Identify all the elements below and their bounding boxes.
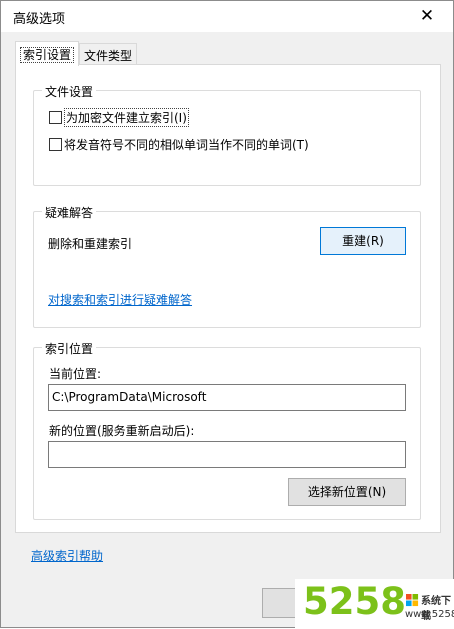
diacritics-checkbox-row[interactable]: 将发音符号不同的相似单词当作不同的单词(T) (49, 136, 309, 153)
advanced-options-dialog: 高级选项 ✕ 索引设置 文件类型 文件设置 为加密文件建立索引(I) 将发音符号… (0, 0, 454, 629)
rebuild-index-label: 删除和重建索引 (48, 237, 133, 251)
troubleshoot-link[interactable]: 对搜索和索引进行疑难解答 (48, 291, 192, 308)
window-title: 高级选项 (13, 12, 66, 27)
close-button[interactable]: ✕ (410, 4, 444, 29)
index-location-title: 索引位置 (42, 340, 97, 357)
tab-file-types-label: 文件类型 (84, 49, 133, 63)
diacritics-checkbox[interactable] (49, 138, 62, 151)
troubleshoot-group: 疑难解答 删除和重建索引 重建(R) 对搜索和索引进行疑难解答 (33, 204, 421, 328)
advanced-indexing-help-link[interactable]: 高级索引帮助 (31, 547, 103, 564)
site-watermark: 5258 系统下载 www.5258.cn (295, 579, 454, 629)
file-settings-group: 文件设置 为加密文件建立索引(I) 将发音符号不同的相似单词当作不同的单词(T) (33, 83, 421, 186)
file-settings-title: 文件设置 (42, 83, 97, 100)
encrypted-files-label: 为加密文件建立索引(I) (64, 108, 189, 127)
select-new-location-button[interactable]: 选择新位置(N) (288, 478, 406, 506)
new-location-label: 新的位置(服务重新启动后): (49, 424, 195, 438)
index-location-group: 索引位置 当前位置: C:\ProgramData\Microsoft 新的位置… (33, 340, 421, 520)
new-location-field[interactable] (48, 441, 406, 468)
diacritics-label: 将发音符号不同的相似单词当作不同的单词(T) (64, 138, 309, 152)
tab-file-types[interactable]: 文件类型 (79, 43, 138, 65)
encrypted-files-checkbox-row[interactable]: 为加密文件建立索引(I) (49, 108, 189, 127)
title-bar: 高级选项 ✕ (1, 1, 453, 32)
watermark-url: www.5258.cn (405, 609, 454, 620)
current-location-field[interactable]: C:\ProgramData\Microsoft (48, 384, 406, 411)
rebuild-button[interactable]: 重建(R) (320, 227, 406, 255)
tab-index-settings-label: 索引设置 (20, 47, 75, 63)
index-settings-panel: 文件设置 为加密文件建立索引(I) 将发音符号不同的相似单词当作不同的单词(T)… (15, 64, 441, 533)
windows-logo-icon (406, 594, 419, 607)
tab-index-settings[interactable]: 索引设置 (15, 41, 80, 66)
watermark-number: 5258 (303, 580, 406, 623)
troubleshoot-title: 疑难解答 (42, 204, 97, 221)
encrypted-files-checkbox[interactable] (49, 111, 62, 124)
current-location-label: 当前位置: (49, 367, 102, 381)
